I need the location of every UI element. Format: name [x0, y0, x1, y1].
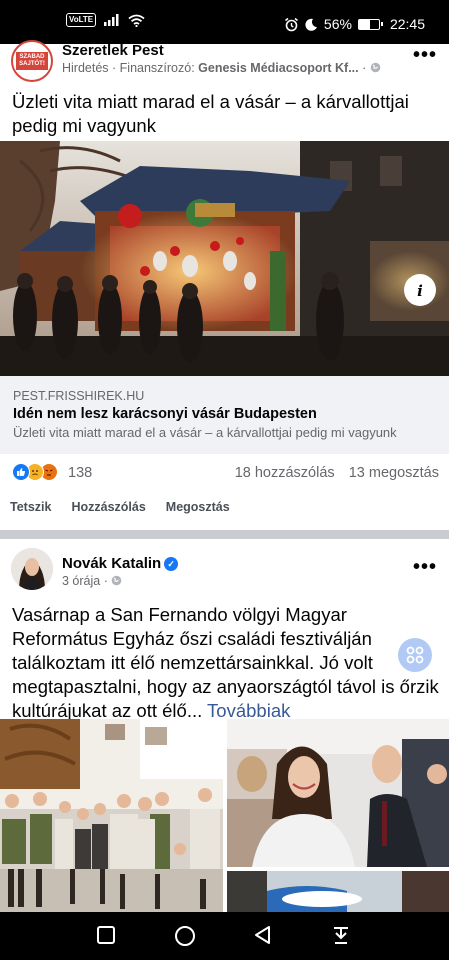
post-divider	[0, 530, 449, 539]
globe-icon	[112, 575, 122, 586]
alarm-icon	[284, 17, 298, 31]
meta-separator: ·	[358, 61, 370, 75]
group-photo[interactable]	[0, 719, 223, 912]
battery-percent: 56%	[323, 16, 352, 32]
reaction-count[interactable]: 138	[68, 465, 92, 481]
post-time[interactable]: 3 órája ·	[62, 574, 111, 588]
link-domain: PEST.FRISSHIREK.HU	[13, 389, 145, 403]
post-options-icon[interactable]: •••	[413, 44, 437, 67]
like-button[interactable]: Tetszik	[10, 500, 51, 514]
page-avatar[interactable]: SZABAD SAJTÓT!	[11, 40, 53, 82]
reactions-bar: 138 18 hozzászólás 13 megosztás	[12, 463, 439, 485]
post-author[interactable]: Szeretlek Pest	[62, 42, 164, 59]
post-meta: Hirdetés · Finanszírozó: Genesis Médiacs…	[62, 61, 381, 75]
comment-count[interactable]: 18 hozzászólás	[235, 465, 335, 481]
christmas-market-photo[interactable]: i	[0, 141, 449, 376]
do-not-disturb-moon-icon	[305, 18, 317, 31]
see-more-link[interactable]: Továbbiak	[202, 700, 290, 721]
recent-apps-button[interactable]	[96, 925, 116, 945]
notification-pull-down-button[interactable]	[331, 925, 351, 945]
author-avatar[interactable]	[11, 548, 53, 590]
grid-dots-icon	[406, 646, 424, 664]
globe-icon	[370, 62, 381, 73]
verified-badge-icon: ✓	[164, 557, 179, 571]
home-button[interactable]	[174, 925, 196, 947]
engagement-counts: 18 hozzászólás 13 megosztás	[235, 465, 439, 481]
avatar-logo-text: SZABAD SAJTÓT!	[16, 52, 48, 70]
post-author[interactable]: Novák Katalin ✓	[62, 555, 179, 572]
link-title: Idén nem lesz karácsonyi vásár Budapeste…	[13, 406, 317, 422]
clock: 22:45	[389, 16, 425, 32]
portrait-photo[interactable]	[227, 719, 449, 867]
post1-text: Üzleti vita miatt marad el a vásár – a k…	[12, 91, 409, 136]
link-description: Üzleti vita miatt marad el a vásár – a k…	[13, 425, 397, 440]
wifi-icon	[128, 14, 145, 27]
author-name[interactable]: Novák Katalin	[62, 555, 161, 572]
volte-indicator: VoLTE	[66, 13, 97, 27]
post-meta: 3 órája ·	[62, 574, 122, 588]
post-action-bar: Tetszik Hozzászólás Megosztás	[10, 500, 230, 514]
reaction-icons[interactable]	[12, 463, 58, 481]
event-photo[interactable]	[227, 871, 449, 912]
battery-icon	[357, 18, 383, 30]
share-button[interactable]: Megosztás	[166, 500, 230, 514]
system-navigation-bar	[0, 912, 449, 960]
sponsor-name[interactable]: Genesis Médiacsoport Kf...	[198, 61, 358, 75]
floating-assistant-button[interactable]	[398, 638, 432, 672]
share-count[interactable]: 13 megosztás	[349, 465, 439, 481]
post-options-icon[interactable]: •••	[413, 556, 437, 579]
status-bar: VoLTE 56% 22:45	[0, 0, 449, 44]
signal-icon	[104, 14, 119, 26]
sponsored-label: Hirdetés · Finanszírozó:	[62, 61, 199, 75]
info-icon: i	[417, 282, 423, 300]
back-button[interactable]	[253, 925, 273, 945]
post2-text: Vasárnap a San Fernando völgyi Magyar Re…	[12, 603, 440, 723]
comment-button[interactable]: Hozzászólás	[71, 500, 145, 514]
link-preview-card[interactable]: PEST.FRISSHIREK.HU Idén nem lesz karácso…	[0, 376, 449, 454]
battery-fill	[358, 19, 371, 29]
like-reaction-icon	[12, 463, 30, 481]
